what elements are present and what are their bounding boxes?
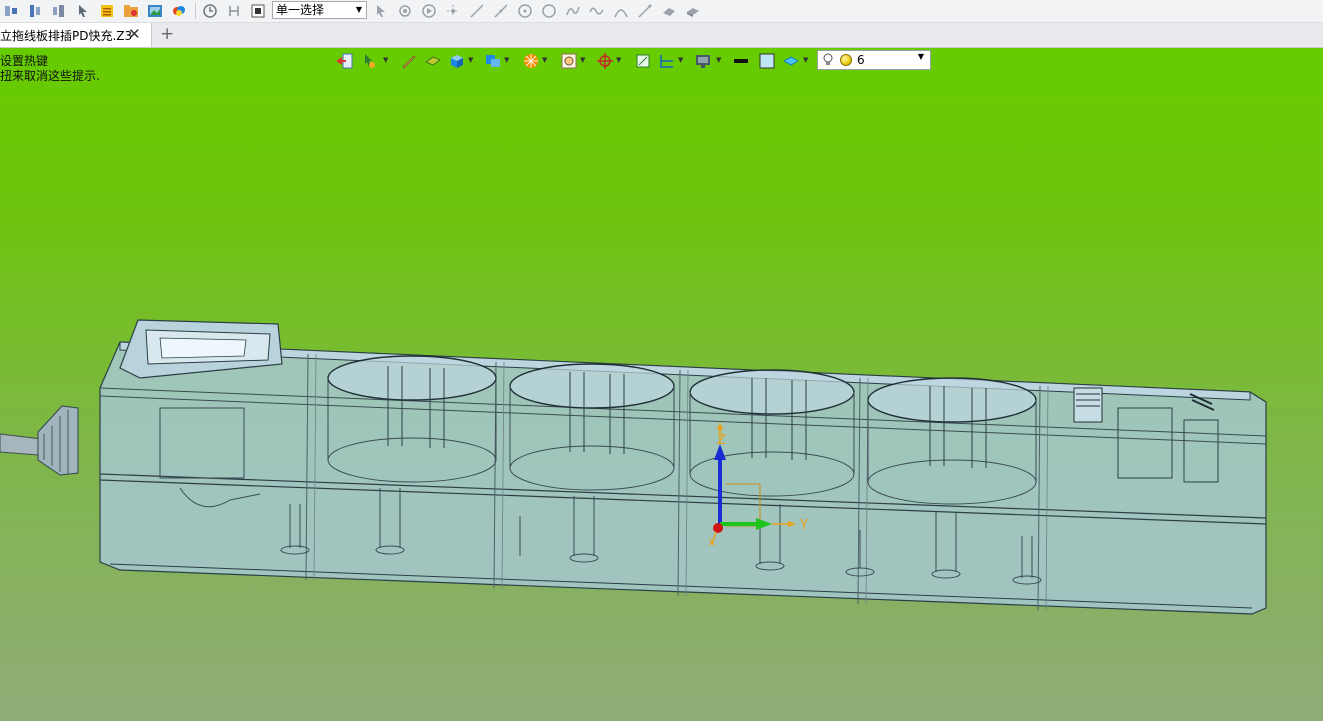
main-toolbar: 单一选择 ▼ [0, 0, 1323, 23]
axis-label-z: Z [717, 433, 726, 448]
circle-icon[interactable] [540, 2, 558, 20]
document-tab-bar: 立拖线板排插PD快充.Z3 ✕ + [0, 23, 1323, 48]
hand-icon[interactable] [660, 2, 678, 20]
edge-icon[interactable] [636, 2, 654, 20]
pointer-icon[interactable] [74, 2, 92, 20]
close-icon[interactable]: ✕ [128, 25, 141, 43]
filter-face-icon[interactable] [396, 2, 414, 20]
line-icon[interactable] [468, 2, 486, 20]
image-icon[interactable] [146, 2, 164, 20]
curve-icon[interactable] [564, 2, 582, 20]
axis-label-x: X [708, 536, 716, 549]
document-tab[interactable]: 立拖线板排插PD快充.Z3 ✕ [0, 23, 152, 47]
insert-left-icon[interactable] [2, 2, 20, 20]
gallery-icon[interactable] [170, 2, 188, 20]
3d-viewport[interactable]: 设置热键 扭来取消这些提示. ▼ ▼ ▼ ▼ ▼ ▼ ▼ ▼ ▼ 6 ▼ Z Y… [0, 48, 1323, 721]
stop-icon[interactable] [249, 2, 267, 20]
selection-mode-value: 单一选择 [276, 3, 325, 17]
document-tab-title: 立拖线板排插PD快充.Z3 [0, 29, 133, 43]
step-icon[interactable] [225, 2, 243, 20]
point-icon[interactable] [444, 2, 462, 20]
arc-icon[interactable] [612, 2, 630, 20]
folder-icon[interactable] [122, 2, 140, 20]
power-strip-body [99, 341, 1267, 615]
axis-label-y: Y [799, 518, 808, 533]
insert-right-icon[interactable] [50, 2, 68, 20]
add-tab-button[interactable]: + [160, 24, 174, 44]
chevron-down-icon: ▼ [355, 5, 362, 14]
list-icon[interactable] [98, 2, 116, 20]
circle-point-icon[interactable] [516, 2, 534, 20]
power-strip-model[interactable]: Z Y X [0, 48, 1323, 721]
toolbar-divider [195, 3, 196, 19]
part-icon[interactable] [684, 2, 702, 20]
play-icon[interactable] [420, 2, 438, 20]
insert-middle-icon[interactable] [26, 2, 44, 20]
wave-icon[interactable] [588, 2, 606, 20]
history-icon[interactable] [201, 2, 219, 20]
filter-pick-icon[interactable] [372, 2, 390, 20]
selection-mode-select[interactable]: 单一选择 ▼ [272, 1, 367, 19]
power-cable [0, 405, 79, 476]
line-2-icon[interactable] [492, 2, 510, 20]
